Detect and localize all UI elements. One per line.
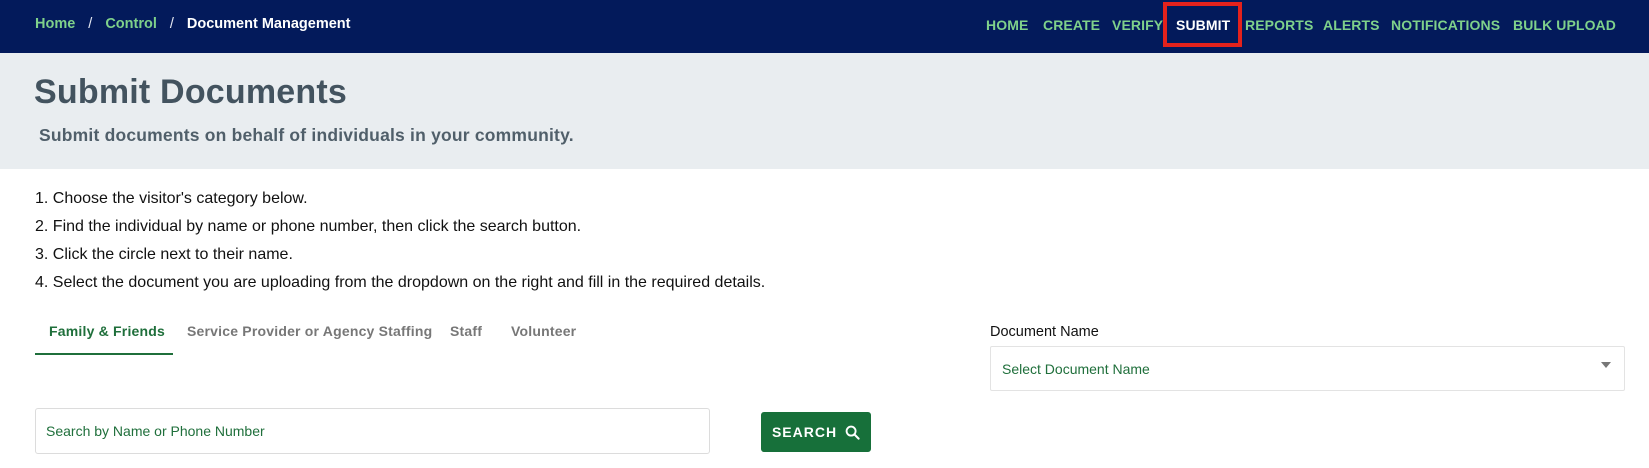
category-tabs: Family & Friends Service Provider or Age… [35, 315, 595, 357]
breadcrumb-control-link[interactable]: Control [105, 16, 157, 32]
nav-notifications[interactable]: NOTIFICATIONS [1391, 17, 1500, 33]
instruction-step: 1. Choose the visitor's category below. [35, 190, 308, 207]
instruction-step: 4. Select the document you are uploading… [35, 274, 766, 291]
nav-home[interactable]: HOME [986, 17, 1028, 33]
nav-submit[interactable]: SUBMIT [1176, 17, 1230, 33]
nav-alerts[interactable]: ALERTS [1323, 17, 1380, 33]
document-name-placeholder: Select Document Name [1002, 361, 1150, 377]
breadcrumb-separator: / [88, 16, 93, 32]
chevron-down-icon [1601, 362, 1611, 368]
breadcrumb-current: Document Management [186, 16, 351, 32]
search-button-label: SEARCH [771, 424, 838, 440]
nav-create[interactable]: CREATE [1043, 17, 1100, 33]
instructions-list: 1. Choose the visitor's category below. … [35, 189, 765, 301]
tab-volunteer[interactable]: Volunteer [511, 323, 576, 339]
tab-staff[interactable]: Staff [450, 323, 482, 339]
tab-service-provider[interactable]: Service Provider or Agency Staffing [187, 323, 432, 339]
page-title: Submit Documents [34, 73, 348, 111]
breadcrumb-home-link[interactable]: Home [35, 16, 75, 32]
top-bar: Home / Control / Document Management HOM… [0, 0, 1649, 53]
page-subtitle: Submit documents on behalf of individual… [39, 125, 574, 145]
breadcrumb: Home / Control / Document Management [35, 16, 350, 32]
tab-family-friends[interactable]: Family & Friends [49, 323, 165, 339]
instruction-step: 3. Click the circle next to their name. [35, 246, 293, 263]
page-header: Submit Documents Submit documents on beh… [0, 53, 1649, 169]
document-name-select[interactable]: Select Document Name [990, 346, 1625, 391]
nav-verify[interactable]: VERIFY [1112, 17, 1163, 33]
document-name-label: Document Name [990, 324, 1099, 340]
breadcrumb-separator: / [169, 16, 174, 32]
nav-reports[interactable]: REPORTS [1245, 17, 1313, 33]
nav-bulk-upload[interactable]: BULK UPLOAD [1513, 17, 1616, 33]
active-tab-underline [35, 353, 173, 355]
search-input[interactable] [35, 408, 710, 454]
search-button[interactable]: SEARCH [761, 412, 871, 452]
search-icon [845, 425, 860, 440]
instruction-step: 2. Find the individual by name or phone … [35, 218, 582, 235]
